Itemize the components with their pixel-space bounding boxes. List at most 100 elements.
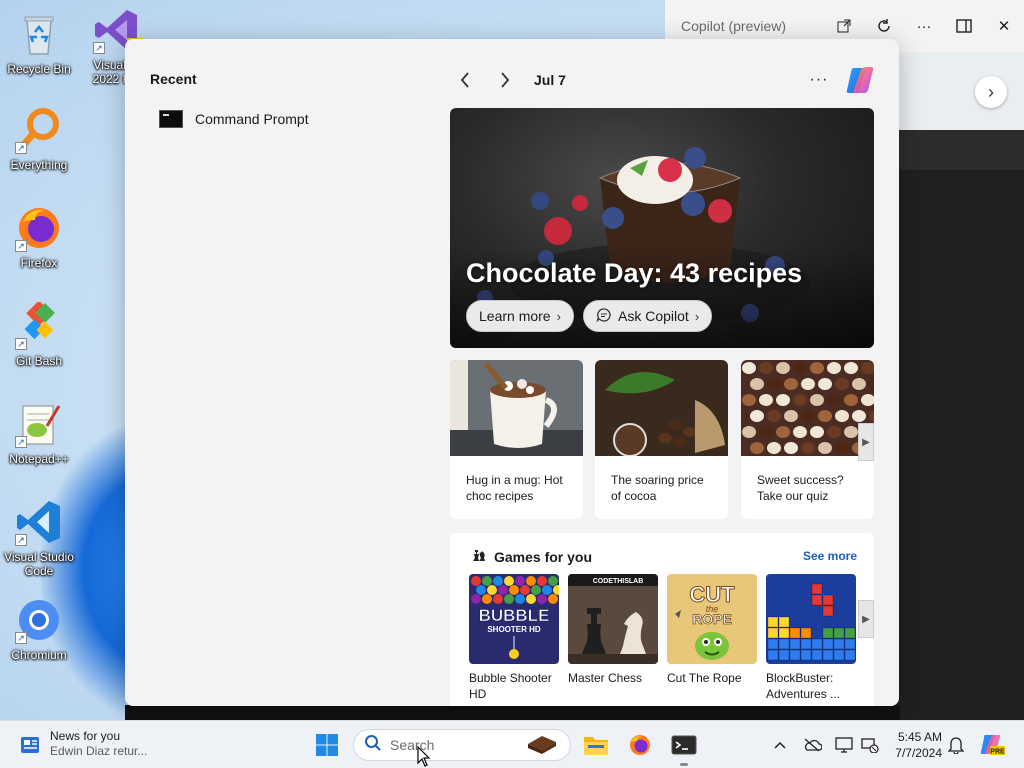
chevron-right-icon: › — [556, 308, 561, 324]
ask-copilot-button[interactable]: Ask Copilot › — [583, 300, 713, 332]
firefox-icon[interactable] — [626, 731, 654, 759]
game-tile-bubble-shooter[interactable]: BUBBLE SHOOTER HD Bubble Shooter HD — [469, 574, 559, 702]
shortcut-arrow-icon: ↗ — [15, 534, 27, 546]
chevron-up-icon[interactable] — [770, 735, 790, 755]
game-tile-master-chess[interactable]: CODETHISLAB Master Chess — [568, 574, 658, 686]
desktop-icon-git-bash[interactable]: ↗ Git Bash — [0, 300, 78, 368]
bubble — [504, 594, 514, 604]
story-card[interactable]: Sweet success? Take our quiz — [741, 360, 874, 519]
more-icon[interactable]: ··· — [804, 71, 834, 89]
chocolate — [784, 442, 798, 454]
game-tile-blockbuster[interactable]: BlockBuster: Adventures ... — [766, 574, 856, 702]
chocolate — [759, 426, 773, 438]
story-card[interactable]: Hug in a mug: Hot choc recipes — [450, 360, 583, 519]
bubble-art-title: BUBBLE — [479, 606, 550, 625]
chevron-left-icon[interactable] — [450, 66, 480, 94]
desktop-icon-firefox[interactable]: ↗ Firefox — [0, 204, 78, 270]
story-image-chocolates — [741, 360, 874, 456]
notepad-plus-plus-icon: ↗ — [15, 400, 63, 448]
desktop-icon-notepad-plus-plus[interactable]: ↗ Notepad++ — [0, 400, 78, 466]
see-more-link[interactable]: See more — [803, 549, 857, 563]
desktop-icon-vscode[interactable]: ↗ Visual Studio Code — [0, 498, 78, 578]
bubble — [531, 585, 541, 595]
chocolate — [793, 426, 807, 438]
recent-item-command-prompt[interactable]: Command Prompt — [159, 110, 309, 128]
block — [767, 638, 779, 650]
chocolate — [852, 410, 866, 422]
recent-item-label: Command Prompt — [195, 111, 309, 127]
news-title: News for you — [50, 729, 121, 743]
chocolate — [793, 362, 807, 374]
game-tile-cut-the-rope[interactable]: CUT the ROPE Cut The Rope — [667, 574, 757, 686]
chocolate — [810, 426, 824, 438]
onedrive-icon[interactable] — [802, 735, 822, 755]
bubble — [498, 585, 508, 595]
close-icon[interactable]: ✕ — [984, 0, 1024, 52]
bubble — [542, 585, 552, 595]
more-icon[interactable]: ··· — [904, 0, 944, 52]
block — [844, 649, 856, 661]
block — [833, 649, 845, 661]
command-prompt-icon — [159, 110, 183, 128]
shortcut-arrow-icon: ↗ — [93, 42, 105, 54]
chocolate — [750, 442, 764, 454]
chocolate — [844, 394, 858, 406]
story-card[interactable]: The soaring price of cocoa — [595, 360, 728, 519]
block — [811, 583, 823, 595]
notification-bell-icon[interactable] — [946, 735, 966, 755]
news-widget-button[interactable]: News for you Edwin Diaz retur... — [18, 729, 147, 759]
story-title: Hug in a mug: Hot choc recipes — [466, 473, 563, 503]
news-subtitle: Edwin Diaz retur... — [50, 744, 148, 758]
block — [800, 649, 812, 661]
copilot-pre-icon[interactable]: PRE — [980, 735, 1006, 756]
scroll-right-icon[interactable]: ▶ — [858, 423, 874, 461]
chevron-right-icon[interactable]: › — [975, 76, 1007, 108]
block — [767, 627, 779, 639]
git-bash-icon: ↗ — [15, 300, 63, 350]
display-icon[interactable] — [834, 735, 854, 755]
desktop-icon-label: Chromium — [11, 648, 67, 662]
taskbar-search[interactable] — [353, 729, 571, 761]
chocolate — [759, 362, 773, 374]
chocolate — [776, 362, 790, 374]
chocolate — [801, 410, 815, 422]
chevron-right-icon: › — [694, 308, 700, 324]
games-title-label: Games for you — [494, 548, 593, 565]
block — [789, 638, 801, 650]
story-title: The soaring price of cocoa — [611, 473, 704, 503]
hero-card[interactable]: Chocolate Day: 43 recipes Learn more › A… — [450, 108, 874, 348]
desktop-icon-chromium[interactable]: ↗ Chromium — [0, 596, 78, 662]
block — [822, 649, 834, 661]
clock-date: 7/7/2024 — [895, 746, 942, 760]
everything-search-icon: ↗ — [15, 106, 63, 154]
learn-more-button[interactable]: Learn more › — [466, 300, 574, 332]
windows-start-icon[interactable] — [315, 733, 339, 757]
block — [800, 638, 812, 650]
bubble — [482, 594, 492, 604]
bubble — [493, 594, 503, 604]
bubble — [509, 585, 519, 595]
sidebar-icon[interactable] — [944, 0, 984, 52]
desktop-icon-recycle-bin[interactable]: Recycle Bin — [0, 10, 78, 76]
chromium-icon: ↗ — [15, 596, 63, 644]
chocolate — [827, 362, 841, 374]
chocolate — [742, 394, 756, 406]
story-image-cocoa — [595, 360, 728, 457]
terminal-icon[interactable] — [670, 731, 698, 759]
desktop-icon-everything[interactable]: ↗ Everything — [0, 106, 78, 172]
search-input[interactable] — [390, 737, 520, 753]
network-icon[interactable] — [860, 735, 880, 755]
taskbar-clock[interactable]: 5:45 AM 7/7/2024 — [888, 729, 942, 761]
bubble — [515, 576, 525, 586]
chocolate — [784, 378, 798, 390]
file-explorer-icon[interactable] — [582, 731, 610, 759]
news-icon — [18, 733, 42, 757]
bubble — [504, 576, 514, 586]
chocolate — [818, 378, 832, 390]
chocolate — [852, 378, 866, 390]
game-name: BlockBuster: Adventures ... — [766, 671, 841, 701]
block — [778, 616, 790, 628]
chevron-right-icon[interactable] — [490, 66, 520, 94]
copilot-logo-icon[interactable] — [844, 63, 878, 97]
scroll-right-icon[interactable]: ▶ — [858, 600, 874, 638]
